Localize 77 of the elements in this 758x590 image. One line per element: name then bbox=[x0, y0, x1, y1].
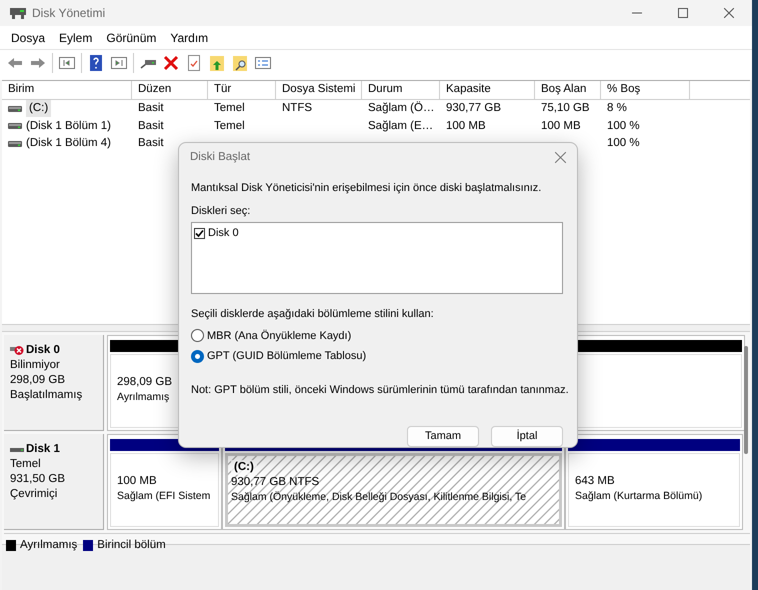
disk-status: Başlatılmamış bbox=[10, 388, 84, 403]
table-cell-text: Basit bbox=[138, 118, 164, 134]
disk-type: Bilinmiyor bbox=[10, 358, 61, 373]
disk-list[interactable]: Disk 0 bbox=[191, 222, 563, 294]
table-cell-text: Sağlam (E… bbox=[368, 118, 434, 134]
disk-type: Temel bbox=[10, 457, 42, 472]
style-label: Seçili disklerde aşağıdaki bölümleme stilini kullan: bbox=[191, 307, 435, 322]
disk-name: Disk 1 bbox=[26, 442, 60, 457]
table-cell-text: Basit bbox=[138, 136, 164, 152]
radio-button[interactable] bbox=[191, 329, 204, 342]
partition-size: 298,09 GB bbox=[117, 375, 172, 390]
column-header[interactable]: Boş Alan bbox=[535, 81, 601, 99]
volume-name[interactable]: (C:) bbox=[26, 100, 52, 118]
drive-icon bbox=[8, 122, 22, 130]
menu-item[interactable]: Dosya bbox=[4, 28, 52, 46]
radio-label[interactable]: GPT (GUID Bölümleme Tablosu) bbox=[207, 348, 366, 364]
table-cell-text: 930,77 GB bbox=[446, 101, 501, 116]
disk-info-panel[interactable]: Disk 0 Bilinmiyor 298,09 GB Başlatılmamış bbox=[4, 335, 104, 431]
close-icon bbox=[724, 8, 734, 18]
partition-block[interactable]: 643 MB Sağlam (Kurtarma Bölümü) bbox=[565, 434, 743, 530]
checkbox[interactable] bbox=[194, 228, 205, 239]
dialog-title: Diski Başlat bbox=[190, 150, 250, 165]
table-cell-text: 100 MB bbox=[446, 118, 486, 134]
partition-status: Ayrılmamış bbox=[117, 390, 170, 405]
dialog-message: Mantıksal Disk Yöneticisi'nin erişebilmesi için önce diski başlatmalısınız. bbox=[191, 181, 542, 196]
menu-item[interactable]: Görünüm bbox=[99, 28, 164, 46]
disk-size: 298,09 GB bbox=[10, 373, 66, 388]
disk-info-panel[interactable]: Disk 1 Temel 931,50 GB Çevrimiçi bbox=[4, 434, 104, 530]
partition-status: Sağlam (EFI Sistem bbox=[117, 489, 210, 504]
partition-label: (C:) bbox=[231, 460, 257, 475]
disk-error-icon bbox=[10, 345, 24, 356]
disk-size: 931,50 GB bbox=[10, 472, 66, 487]
drive-icon bbox=[10, 446, 24, 452]
table-cell-text: Temel bbox=[214, 118, 245, 134]
volume-name[interactable]: (Disk 1 Bölüm 1) bbox=[26, 118, 111, 135]
partition-status: Sağlam (Önyükleme, Disk Belleği Dosyası, Kilitlenme Bilgisi, Te bbox=[231, 490, 526, 505]
drive-icon bbox=[8, 104, 22, 113]
scrollbar-thumb[interactable] bbox=[744, 346, 748, 454]
disk-status: Çevrimiçi bbox=[10, 487, 58, 502]
radio-label[interactable]: MBR (Ana Önyükleme Kaydı) bbox=[207, 328, 352, 344]
dialog-button[interactable]: İptal bbox=[491, 426, 563, 447]
legend-label: Birincil bölüm bbox=[97, 538, 166, 553]
table-cell-text: Sağlam (Ö… bbox=[368, 100, 434, 116]
volume-name[interactable]: (Disk 1 Bölüm 4) bbox=[26, 135, 111, 152]
disk-list-item[interactable]: Disk 0 bbox=[208, 225, 239, 242]
column-header[interactable]: Dosya Sistemi bbox=[276, 81, 362, 99]
radio-button[interactable] bbox=[191, 350, 204, 363]
column-header[interactable]: Durum bbox=[362, 81, 440, 99]
drive-icon bbox=[8, 140, 22, 148]
column-header[interactable]: Tür bbox=[208, 81, 276, 99]
partition-status: Sağlam (Kurtarma Bölümü) bbox=[575, 489, 702, 504]
column-header[interactable]: Kapasite bbox=[440, 81, 535, 99]
partition-block[interactable]: 100 MB Sağlam (EFI Sistem bbox=[107, 434, 222, 530]
column-header[interactable]: Birim bbox=[2, 81, 132, 99]
column-header[interactable]: Düzen bbox=[132, 81, 208, 99]
table-cell-text: NTFS bbox=[282, 101, 312, 116]
table-cell-text: Temel bbox=[214, 101, 245, 116]
disk-name: Disk 0 bbox=[26, 343, 60, 358]
table-cell-text: 75,10 GB bbox=[541, 101, 590, 116]
column-header[interactable]: % Boş bbox=[601, 81, 690, 99]
legend-label: Ayrılmamış bbox=[20, 538, 78, 553]
dialog-button[interactable]: Tamam bbox=[407, 426, 479, 447]
table-cell-text: 100 % bbox=[607, 118, 640, 134]
menu-item[interactable]: Eylem bbox=[52, 28, 100, 46]
menu-item[interactable]: Yardım bbox=[163, 28, 216, 46]
close-button[interactable] bbox=[553, 150, 567, 164]
maximize-icon bbox=[678, 8, 688, 18]
table-cell-text: 8 % bbox=[607, 101, 627, 116]
disk-management-icon bbox=[10, 6, 26, 20]
list-label: Diskleri seç: bbox=[191, 204, 252, 218]
partition-size: 930,77 GB NTFS bbox=[231, 475, 320, 490]
table-cell-text: Basit bbox=[138, 101, 164, 116]
partition-size: 643 MB bbox=[575, 474, 615, 489]
table-cell-text: 100 % bbox=[607, 136, 640, 152]
table-cell-text: 100 MB bbox=[541, 118, 581, 134]
window-title: Disk Yönetimi bbox=[32, 5, 106, 22]
partition-size: 100 MB bbox=[117, 474, 157, 489]
